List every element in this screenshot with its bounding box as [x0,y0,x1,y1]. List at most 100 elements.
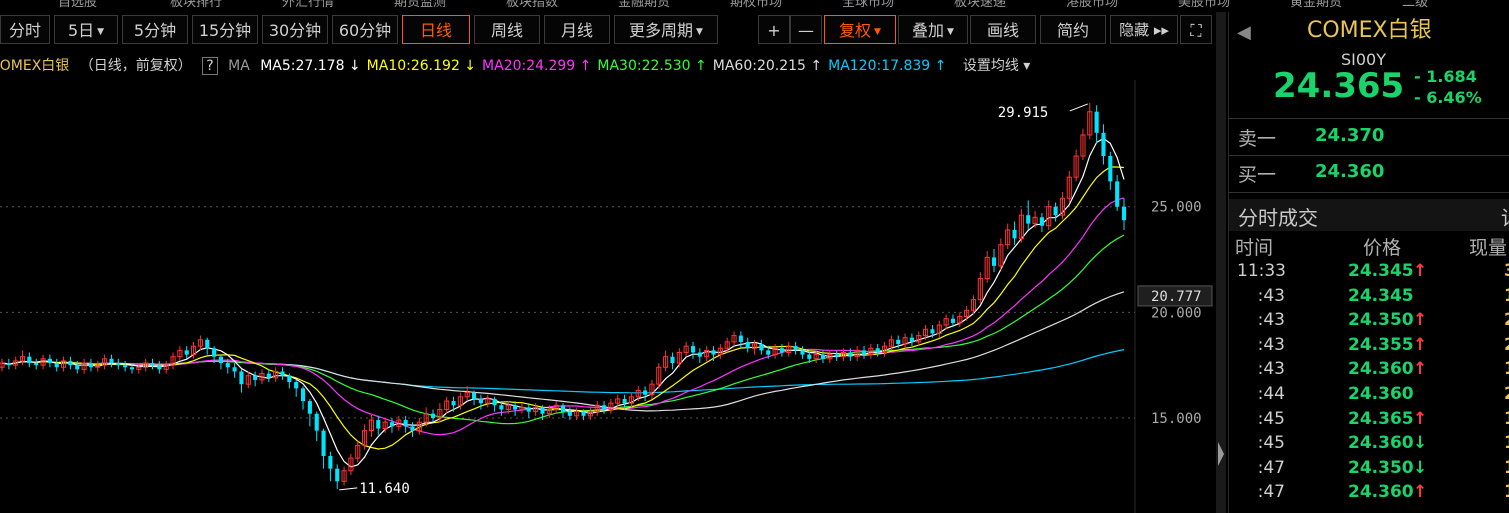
candle-body [1101,132,1106,157]
period-15min-button[interactable]: 15分钟 [192,15,258,44]
candle-body [1108,156,1113,182]
candle-body [738,335,743,342]
trade-time: :47 [1257,482,1285,503]
caret-down-icon: ▼ [947,27,954,37]
candle-body [294,382,299,389]
col-time: 时间 [1235,237,1274,259]
arrow-down-icon: ↓ [1413,457,1428,478]
change-value: - 1.684 [1414,67,1477,86]
market-tab[interactable]: 港股市场 [1066,0,1118,8]
caret-down-icon: ▼ [874,27,881,37]
market-tab[interactable]: 板块指数 [506,0,558,8]
candle-body [389,422,395,427]
candle-body [1115,181,1120,207]
y-tick-label: 25.000 [1151,200,1202,216]
trade-row: :43 24.345 1 [1229,286,1509,311]
quote-panel: ◀ COMEX白银 SI00Y 24.365 - 1.684 - 6.46% 卖… [1228,12,1509,513]
trade-time: :45 [1257,433,1285,454]
ma-legend: COMEX白银 （日线，前复权） ? MA MA5:27.178 ↓ MA10:2… [0,54,1135,78]
period-label: 30分钟 [268,21,322,40]
period-weekly-button[interactable]: 周线 [474,15,540,44]
candle-body [88,363,93,368]
period-label: 分时 [8,21,41,40]
ma-value: MA120:17.839 ↑ [828,58,947,74]
more-periods-button[interactable]: 更多周期 ▼ [614,15,718,44]
candle-body [300,388,306,402]
section-title: 分时成交 [1238,206,1318,230]
kline-chart[interactable]: 15.000 20.000 25.000 20.777 29.915 11.640 [0,80,1215,513]
candle-body [34,363,39,366]
candle-body [820,354,826,359]
market-tab[interactable]: 外汇行情 [282,0,334,8]
trade-time: :43 [1257,334,1285,355]
market-tab[interactable]: 全球市场 [842,0,894,8]
period-30min-button[interactable]: 30分钟 [262,15,328,44]
period-label: 月线 [560,21,593,40]
candle-body [643,390,648,395]
trades-section-header[interactable]: 分时成交 详 [1229,199,1509,231]
collapse-arrow-icon[interactable] [1218,442,1224,466]
candle-body [150,363,155,366]
candle-body [492,398,497,406]
zoom-out-button[interactable]: — [790,15,822,44]
period-label: 日线 [419,21,452,40]
simple-mode-button[interactable]: 简约 [1040,15,1106,44]
bid-label: 买一 [1238,164,1277,186]
market-tab[interactable]: 期权市场 [730,0,782,8]
candle-body [123,365,128,368]
ma-label: MA [228,58,250,74]
market-tab[interactable]: 自选股 [58,0,97,8]
panel-splitter[interactable] [1216,12,1226,513]
ask-label: 卖一 [1238,128,1277,150]
adjust-button[interactable]: 复权 ▼ [824,15,896,44]
candle-body [1026,215,1031,224]
help-icon[interactable]: ? [202,57,218,75]
candle-body [1121,206,1127,221]
ma120-line [1,348,1125,394]
zoom-in-button[interactable]: + [758,15,790,44]
overlay-button[interactable]: 叠加 ▼ [898,15,968,44]
tool-label: 叠加 [912,21,945,40]
candle-body [697,352,702,357]
period-5day-button[interactable]: 5日 ▼ [54,15,118,44]
market-tab[interactable]: 板块排行 [170,0,222,8]
market-tab[interactable]: 二级 [1402,0,1428,8]
candle-body [157,365,162,370]
candle-body [622,398,627,404]
period-5min-button[interactable]: 5分钟 [122,15,188,44]
candle-body [68,360,73,366]
trade-qty: 1 [1504,458,1509,478]
candle-body [266,373,271,378]
arrow-up-icon: ↑ [1413,310,1428,331]
minus-icon: — [798,21,814,40]
candle-body [109,358,114,364]
period-daily-button[interactable]: 日线 [402,15,470,44]
candle-body [403,420,408,427]
trade-price: 24.360 [1348,482,1414,503]
period-timeshare-button[interactable]: 分时 [0,15,50,44]
divider [1229,192,1509,193]
market-tab[interactable]: 期货监测 [394,0,446,8]
hide-panel-button[interactable]: 隐藏 ▸▸ [1110,15,1178,44]
draw-line-button[interactable]: 画线 [970,15,1036,44]
period-60min-button[interactable]: 60分钟 [332,15,398,44]
period-monthly-button[interactable]: 月线 [544,15,610,44]
candle-body [1053,206,1058,216]
market-tab[interactable]: 美股市场 [1178,0,1230,8]
previous-instrument-icon[interactable]: ◀ [1237,22,1251,43]
ma-settings-button[interactable]: 设置均线 ▾ [963,58,1030,74]
trade-row: :45 24.365↑ 1 [1229,409,1509,434]
fullscreen-button[interactable]: ⛶ [1180,15,1212,44]
candle-body [540,407,545,414]
instrument-title: COMEX白银 [1307,18,1432,43]
details-link[interactable]: 详 [1501,202,1509,231]
candle-body [807,354,812,359]
candle-body [225,363,230,368]
market-tab[interactable]: 黄金期货 [1290,0,1342,8]
market-tab[interactable]: 板块速递 [954,0,1006,8]
divider [1229,155,1509,156]
trade-row: :43 24.355↑ 2 [1229,335,1509,360]
ma60-line [1,291,1125,412]
arrow-up-icon: ↑ [1413,408,1428,429]
market-tab[interactable]: 金融期货 [618,0,670,8]
